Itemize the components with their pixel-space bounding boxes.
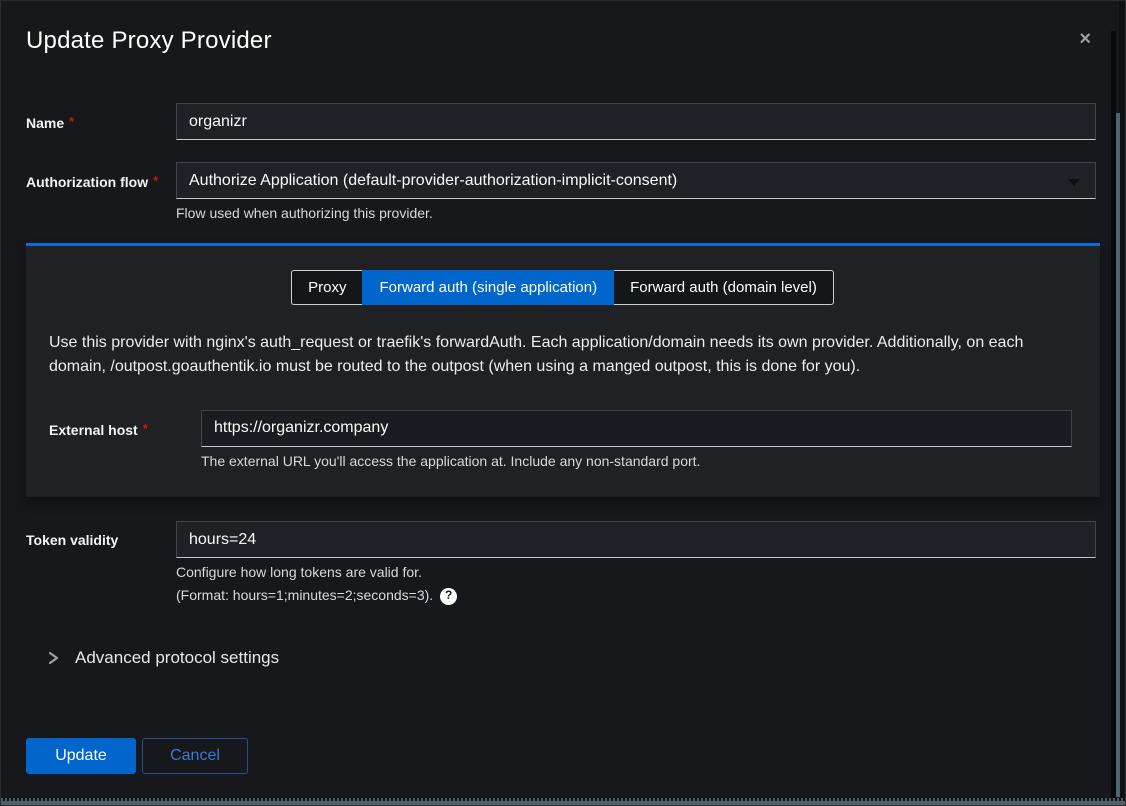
question-mark-icon[interactable]: ? <box>440 588 457 605</box>
name-input[interactable] <box>176 103 1096 140</box>
required-asterisk: * <box>69 114 74 129</box>
toggle-forward-auth-single[interactable]: Forward auth (single application) <box>362 270 614 305</box>
page-edge-bottom <box>1 801 1125 805</box>
required-asterisk: * <box>153 173 158 188</box>
cancel-button[interactable]: Cancel <box>142 738 248 774</box>
proxy-mode-description: Use this provider with nginx's auth_requ… <box>49 331 1076 377</box>
modal-title: Update Proxy Provider <box>26 27 1100 55</box>
token-validity-label: Token validity <box>26 521 176 604</box>
token-validity-field-row: Token validity Configure how long tokens… <box>1 521 1125 604</box>
page-scrollbar <box>1116 113 1120 797</box>
modal-header: Update Proxy Provider × <box>1 1 1125 55</box>
required-asterisk: * <box>143 421 148 436</box>
token-validity-input[interactable] <box>176 521 1096 558</box>
name-label: Name* <box>26 103 176 140</box>
update-proxy-provider-modal: Update Proxy Provider × Name* Authorizat… <box>0 0 1126 806</box>
proxy-mode-toggle-group: Proxy Forward auth (single application) … <box>49 270 1076 305</box>
proxy-mode-card: Proxy Forward auth (single application) … <box>26 243 1100 497</box>
name-field-row: Name* <box>1 103 1125 140</box>
authorization-flow-label: Authorization flow* <box>26 162 176 221</box>
update-button[interactable]: Update <box>26 738 136 774</box>
token-validity-help: Configure how long tokens are valid for. <box>176 565 1096 580</box>
authorization-flow-select[interactable]: Authorize Application (default-provider-… <box>176 162 1096 199</box>
external-host-help: The external URL you'll access the appli… <box>201 454 1072 469</box>
chevron-down-icon <box>1068 179 1080 186</box>
toggle-forward-auth-domain[interactable]: Forward auth (domain level) <box>614 270 834 305</box>
token-validity-format-help: (Format: hours=1;minutes=2;seconds=3). ? <box>176 588 1096 605</box>
authorization-flow-selected-value: Authorize Application (default-provider-… <box>189 172 677 190</box>
external-host-label: External host* <box>49 410 201 469</box>
close-icon: × <box>1079 28 1091 50</box>
advanced-protocol-settings-label: Advanced protocol settings <box>75 648 279 668</box>
chevron-right-icon <box>46 650 60 666</box>
authorization-flow-help: Flow used when authorizing this provider… <box>176 206 1096 221</box>
advanced-protocol-settings-expander[interactable]: Advanced protocol settings <box>1 648 1125 668</box>
modal-footer: Update Cancel <box>1 738 1125 774</box>
authorization-flow-field-row: Authorization flow* Authorize Applicatio… <box>1 162 1125 221</box>
close-button[interactable]: × <box>1079 29 1091 49</box>
toggle-proxy[interactable]: Proxy <box>291 270 362 305</box>
external-host-input[interactable] <box>201 410 1072 447</box>
external-host-field-row: External host* The external URL you'll a… <box>49 410 1076 469</box>
